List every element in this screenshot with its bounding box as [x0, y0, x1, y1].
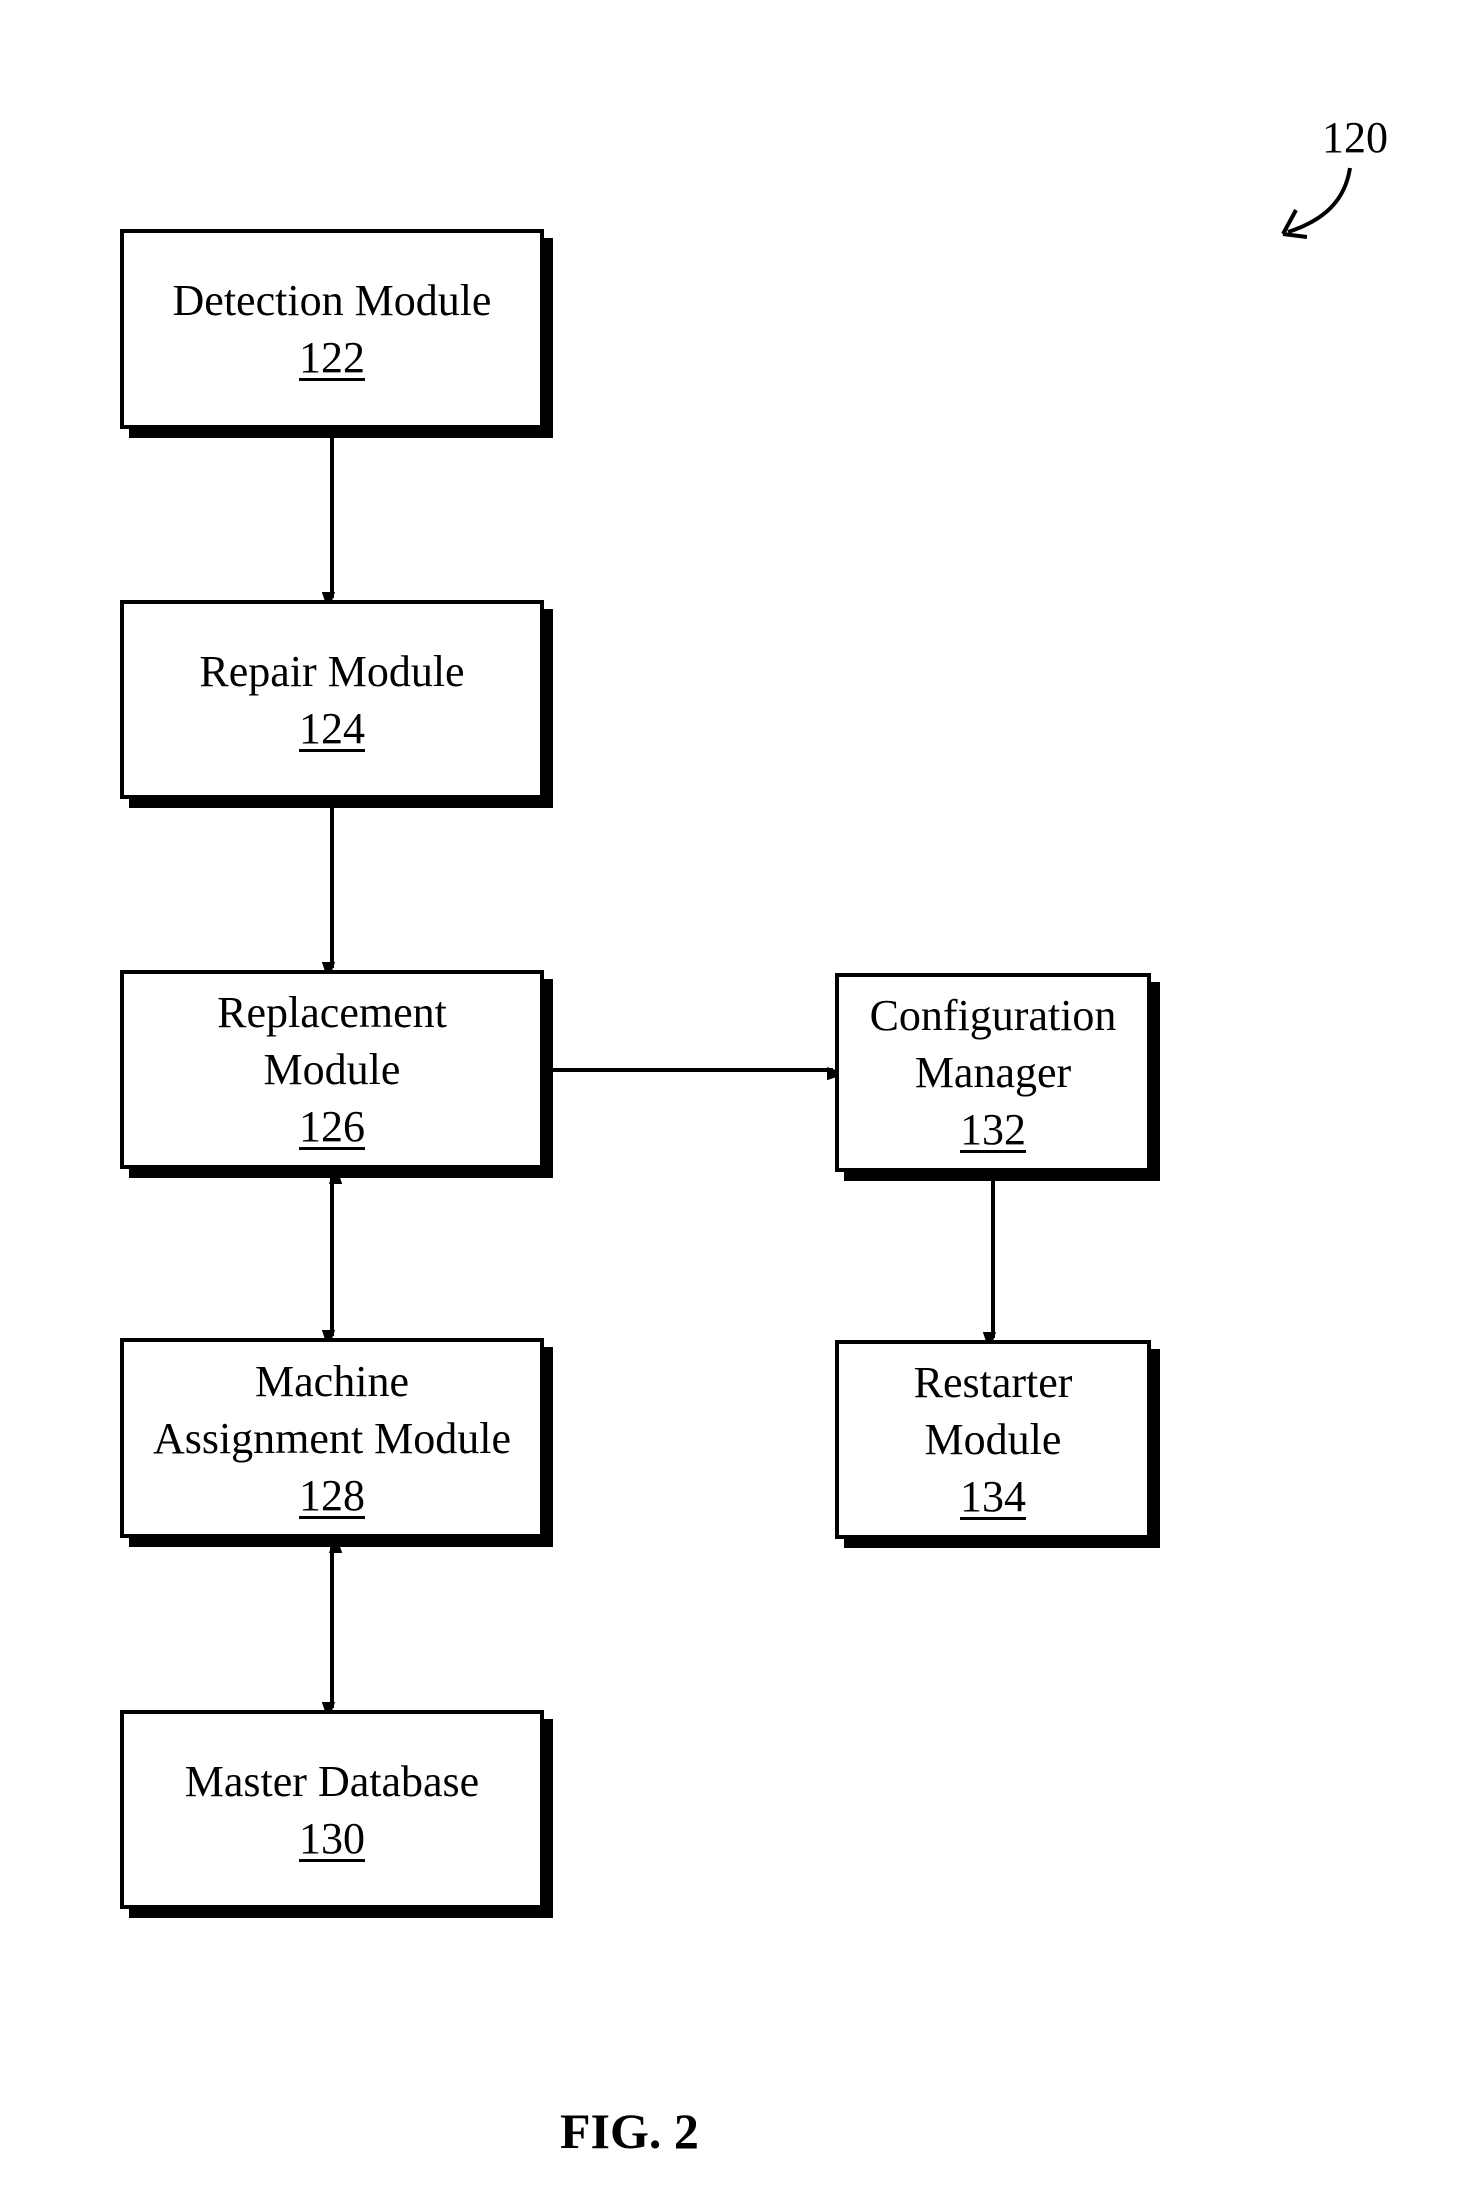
- configuration-manager-box: Configuration Manager 132: [835, 973, 1151, 1172]
- module-name-line-2: Module: [263, 1045, 401, 1094]
- restarter-module-box: Restarter Module 134: [835, 1340, 1151, 1539]
- replacement-module-box: Replacement Module 126: [120, 970, 544, 1169]
- figure-caption: FIG. 2: [560, 2103, 699, 2159]
- machine-assignment-module-box: Machine Assignment Module 128: [120, 1338, 544, 1538]
- repair-module-box: Repair Module 124: [120, 600, 544, 799]
- module-ref-number: 128: [299, 1470, 365, 1520]
- module-name: Repair Module: [199, 646, 465, 696]
- module-ref-number: 126: [299, 1102, 365, 1151]
- module-ref-number: 122: [299, 333, 365, 382]
- detection-module-box: Detection Module 122: [120, 229, 544, 429]
- module-name-line-2: Assignment Module: [152, 1413, 512, 1463]
- module-name-line-1: Restarter: [913, 1358, 1073, 1407]
- module-ref-number: 134: [960, 1472, 1026, 1521]
- module-name-line-1: Replacement: [217, 988, 447, 1037]
- module-name: Detection Module: [172, 276, 492, 325]
- module-name: Master Database: [184, 1756, 480, 1806]
- reference-leader-arrowhead-icon: [1281, 209, 1308, 239]
- reference-leader-arrow-icon: [1287, 167, 1352, 234]
- module-name-line-1: Machine: [255, 1356, 409, 1406]
- figure-reference-number: 120: [1322, 113, 1388, 162]
- module-name-line-1: Configuration: [869, 991, 1117, 1040]
- master-database-box: Master Database 130: [120, 1710, 544, 1909]
- module-name-line-2: Manager: [914, 1048, 1072, 1097]
- module-name-line-2: Module: [924, 1415, 1062, 1464]
- module-ref-number: 124: [299, 703, 365, 753]
- module-ref-number: 130: [299, 1813, 365, 1863]
- module-ref-number: 132: [960, 1105, 1026, 1154]
